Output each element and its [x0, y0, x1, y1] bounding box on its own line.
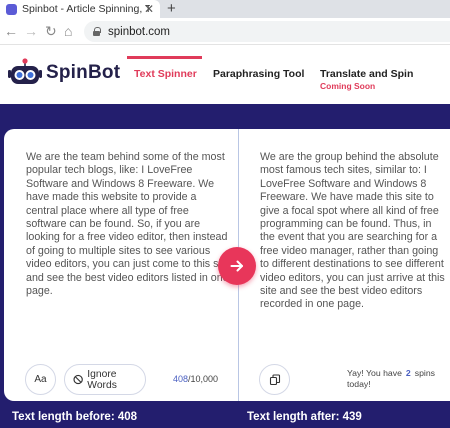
new-tab-button[interactable]: + [167, 0, 176, 18]
nav-translate-and-spin[interactable]: Translate and Spin [320, 68, 413, 80]
spin-button[interactable] [218, 247, 256, 285]
tab-title: Spinbot - Article Spinning, Text R [22, 3, 150, 15]
nav-paraphrasing-tool[interactable]: Paraphrasing Tool [213, 68, 304, 80]
forward-arrow-icon[interactable]: → [24, 22, 38, 40]
url-bar[interactable]: spinbot.com [84, 21, 450, 42]
spinbot-favicon-icon [6, 3, 17, 15]
character-count-current: 408 [173, 374, 189, 384]
font-case-button[interactable]: Aa [25, 364, 56, 395]
input-textarea[interactable]: We are the team behind some of the most … [26, 151, 230, 298]
spins-suffix: today! [347, 379, 371, 389]
active-nav-underline [127, 56, 202, 59]
copy-button[interactable] [259, 364, 290, 395]
browser-tab[interactable]: Spinbot - Article Spinning, Text R ✕ [0, 0, 160, 18]
spinbot-robot-logo[interactable] [7, 58, 43, 88]
spins-count: 2 [405, 368, 411, 378]
coming-soon-badge: Coming Soon [320, 81, 376, 91]
nav-text-spinner[interactable]: Text Spinner [134, 68, 197, 80]
spins-prefix: Yay! You have [347, 368, 402, 378]
arrow-right-icon [230, 260, 243, 272]
text-length-before: Text length before: 408 [12, 411, 138, 423]
brand-name[interactable]: SpinBot [46, 62, 120, 84]
site-header: SpinBot Text Spinner Paraphrasing Tool T… [0, 46, 450, 104]
reload-icon[interactable]: ↻ [45, 22, 57, 40]
browser-tab-bar: Spinbot - Article Spinning, Text R ✕ + [0, 0, 450, 18]
ignore-words-label: Ignore Words [87, 368, 117, 391]
block-icon [73, 374, 83, 385]
back-arrow-icon[interactable]: ← [4, 22, 18, 40]
character-count-max: /10,000 [188, 374, 219, 384]
text-length-after: Text length after: 439 [247, 411, 362, 423]
spins-remaining-message: Yay! You have 2 spins today! [347, 368, 447, 390]
tab-close-icon[interactable]: ✕ [144, 2, 154, 16]
output-textarea[interactable]: We are the group behind the absolute mos… [260, 151, 448, 312]
spins-word: spins [414, 368, 436, 378]
character-count: 408/10,000 [173, 374, 218, 384]
url-text: spinbot.com [108, 25, 171, 38]
home-icon[interactable]: ⌂ [64, 22, 72, 40]
browser-toolbar: ← → ↻ ⌂ spinbot.com [0, 18, 450, 45]
lock-icon [93, 27, 101, 36]
ignore-words-button[interactable]: Ignore Words [64, 364, 146, 395]
copy-icon [269, 373, 280, 385]
